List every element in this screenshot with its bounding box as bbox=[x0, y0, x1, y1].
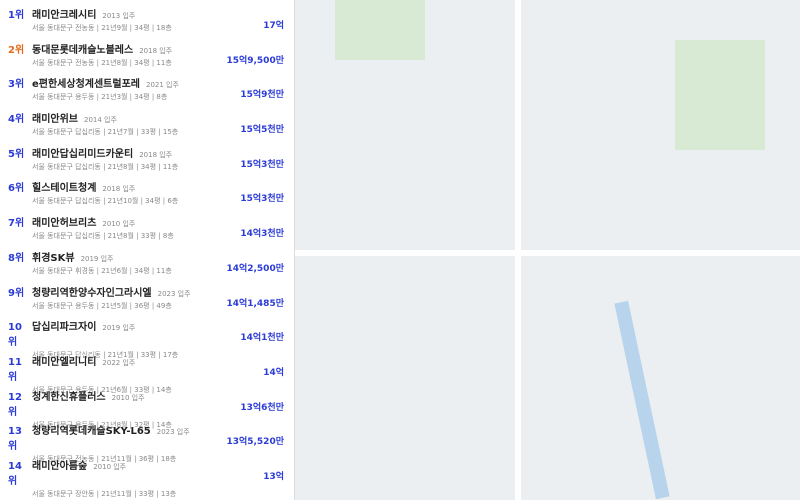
list-item[interactable]: 5위 래미안답십리미드카운티 2018 입주 서울 동대문구 답십리동 | 21년8월… bbox=[0, 145, 294, 180]
list-item[interactable]: 2위 동대문롯데캐슬노블레스 2018 입주 서울 동대문구 전농동 | 21년8월 … bbox=[0, 41, 294, 76]
apartment-name: 휘경SK뷰 bbox=[32, 252, 75, 264]
move-in-year: 2010 입주 bbox=[111, 393, 145, 402]
price: 15억9천만 bbox=[240, 90, 284, 101]
move-in-year: 2018 입주 bbox=[139, 150, 173, 159]
rank: 3위 bbox=[8, 79, 25, 91]
price: 14억3천만 bbox=[240, 229, 284, 240]
move-in-year: 2023 입주 bbox=[156, 428, 190, 437]
move-in-year: 2018 입주 bbox=[139, 46, 173, 55]
river bbox=[614, 300, 670, 500]
road bbox=[515, 0, 521, 500]
price: 17억 bbox=[263, 21, 284, 31]
rank: 4위 bbox=[8, 114, 25, 126]
rank: 9위 bbox=[8, 287, 25, 299]
list-item[interactable]: 3위 e편한세상청계센트럴포레 2021 입주 서울 동대문구 용두동 | 21년3월… bbox=[0, 75, 294, 110]
price: 14억1,485만 bbox=[226, 298, 284, 309]
rank: 12위 bbox=[8, 391, 22, 418]
rank: 2위 bbox=[8, 44, 25, 56]
ranking-list: 1위 래미안크레시티 2013 입주서울 동대문구 전농동 | 21년9월 | 34… bbox=[0, 0, 295, 500]
apartment-details: 서울 동대문구 전농동 | 21년9월 | 34평 | 18층 bbox=[32, 24, 172, 32]
rank: 13위 bbox=[8, 426, 22, 453]
list-item[interactable]: 1위 래미안크레시티 2013 입주서울 동대문구 전농동 | 21년9월 | 34… bbox=[0, 6, 294, 41]
list-item[interactable]: 8위 휘경SK뷰 2019 입주 서울 동대문구 휘경동 | 21년6월 | 34평 … bbox=[0, 249, 294, 284]
list-item[interactable]: 11위 래미안엘리니티 2022 입주 서울 동대문구 용두동 | 21년6월 | 3… bbox=[0, 353, 294, 394]
apartment-name: 래미안엘리니티 bbox=[32, 356, 97, 368]
list-item[interactable]: 13위 청량리역롯데캐슬SKY-L65 2023 입주 서울 동대문구 전농동 | 2… bbox=[0, 422, 294, 463]
move-in-year: 2014 입주 bbox=[84, 116, 117, 125]
move-in-year: 2013 입주 bbox=[102, 12, 136, 20]
list-item[interactable]: 4위 래미안위브 2014 입주 서울 동대문구 답십리동 | 21년7월 | 33평… bbox=[0, 110, 294, 145]
apartment-name: e편한세상청계센트럴포레 bbox=[32, 79, 140, 91]
move-in-year: 2010 입주 bbox=[93, 462, 127, 471]
rank: 11위 bbox=[8, 356, 22, 383]
price: 13억 bbox=[263, 471, 284, 482]
apartment-name: 래미안허브리츠 bbox=[32, 218, 97, 230]
rank: 10위 bbox=[8, 322, 22, 349]
price: 14억2,500만 bbox=[226, 263, 284, 274]
apartment-name: 동대문롯데캐슬노블레스 bbox=[32, 44, 134, 56]
rank: 8위 bbox=[8, 252, 25, 264]
price: 15억9,500만 bbox=[226, 55, 284, 66]
list-item[interactable]: 12위 청계한신휴플러스 2010 입주 서울 동대문구 용두동 | 21년8월 | … bbox=[0, 388, 294, 429]
move-in-year: 2019 입주 bbox=[80, 254, 114, 263]
price: 13억5,520만 bbox=[226, 437, 284, 448]
move-in-year: 2019 입주 bbox=[102, 324, 136, 333]
apartment-name: 청량리역롯데캐슬SKY-L65 bbox=[32, 426, 151, 438]
apartment-name: 래미안크레시티 bbox=[32, 10, 97, 21]
map-view[interactable] bbox=[295, 0, 800, 500]
list-item[interactable]: 6위 힐스테이트청계 2018 입주 서울 동대문구 답십리동 | 21년10월 | … bbox=[0, 179, 294, 214]
rank: 5위 bbox=[8, 148, 25, 160]
move-in-year: 2018 입주 bbox=[102, 185, 136, 194]
park-area bbox=[675, 40, 765, 150]
rank: 1위 bbox=[8, 10, 25, 21]
price: 14억1천만 bbox=[240, 333, 284, 344]
move-in-year: 2021 입주 bbox=[145, 81, 179, 90]
apartment-name: 래미안답십리미드카운티 bbox=[32, 148, 134, 160]
move-in-year: 2022 입주 bbox=[102, 358, 136, 367]
move-in-year: 2023 입주 bbox=[157, 289, 191, 298]
apartment-name: 래미안위브 bbox=[32, 114, 78, 126]
park-area bbox=[335, 0, 425, 60]
price: 13억6천만 bbox=[240, 402, 284, 413]
rank: 7위 bbox=[8, 218, 25, 230]
price: 15억3천만 bbox=[240, 194, 284, 205]
rank: 6위 bbox=[8, 183, 25, 195]
apartment-name: 힐스테이트청계 bbox=[32, 183, 97, 195]
price: 14억 bbox=[263, 367, 284, 378]
apartment-name: 청량리역한양수자인그라시엘 bbox=[32, 287, 152, 299]
apartment-name: 래미안아름숲 bbox=[32, 460, 88, 472]
road bbox=[295, 250, 800, 256]
price: 15억3천만 bbox=[240, 159, 284, 170]
price: 15억5천만 bbox=[240, 125, 284, 136]
move-in-year: 2010 입주 bbox=[102, 220, 136, 229]
list-item[interactable]: 10위 답십리파크자이 2019 입주 서울 동대문구 답십리동 | 21년1월 | … bbox=[0, 318, 294, 359]
rank: 14위 bbox=[8, 460, 22, 487]
apartment-name: 청계한신휴플러스 bbox=[32, 391, 106, 403]
list-item[interactable]: 7위 래미안허브리츠 2010 입주 서울 동대문구 답십리동 | 21년8월 | 3… bbox=[0, 214, 294, 249]
list-item[interactable]: 9위 청량리역한양수자인그라시엘 2023 입주 서울 동대문구 용두동 | 21년5… bbox=[0, 284, 294, 319]
apartment-name: 답십리파크자이 bbox=[32, 322, 97, 334]
list-item[interactable]: 14위 래미안아름숲 2010 입주서울 동대문구 장안동 | 21년11월 | 3… bbox=[0, 457, 294, 498]
apartment-details: 서울 동대문구 장안동 | 21년11월 | 33평 | 13층 bbox=[32, 489, 177, 498]
